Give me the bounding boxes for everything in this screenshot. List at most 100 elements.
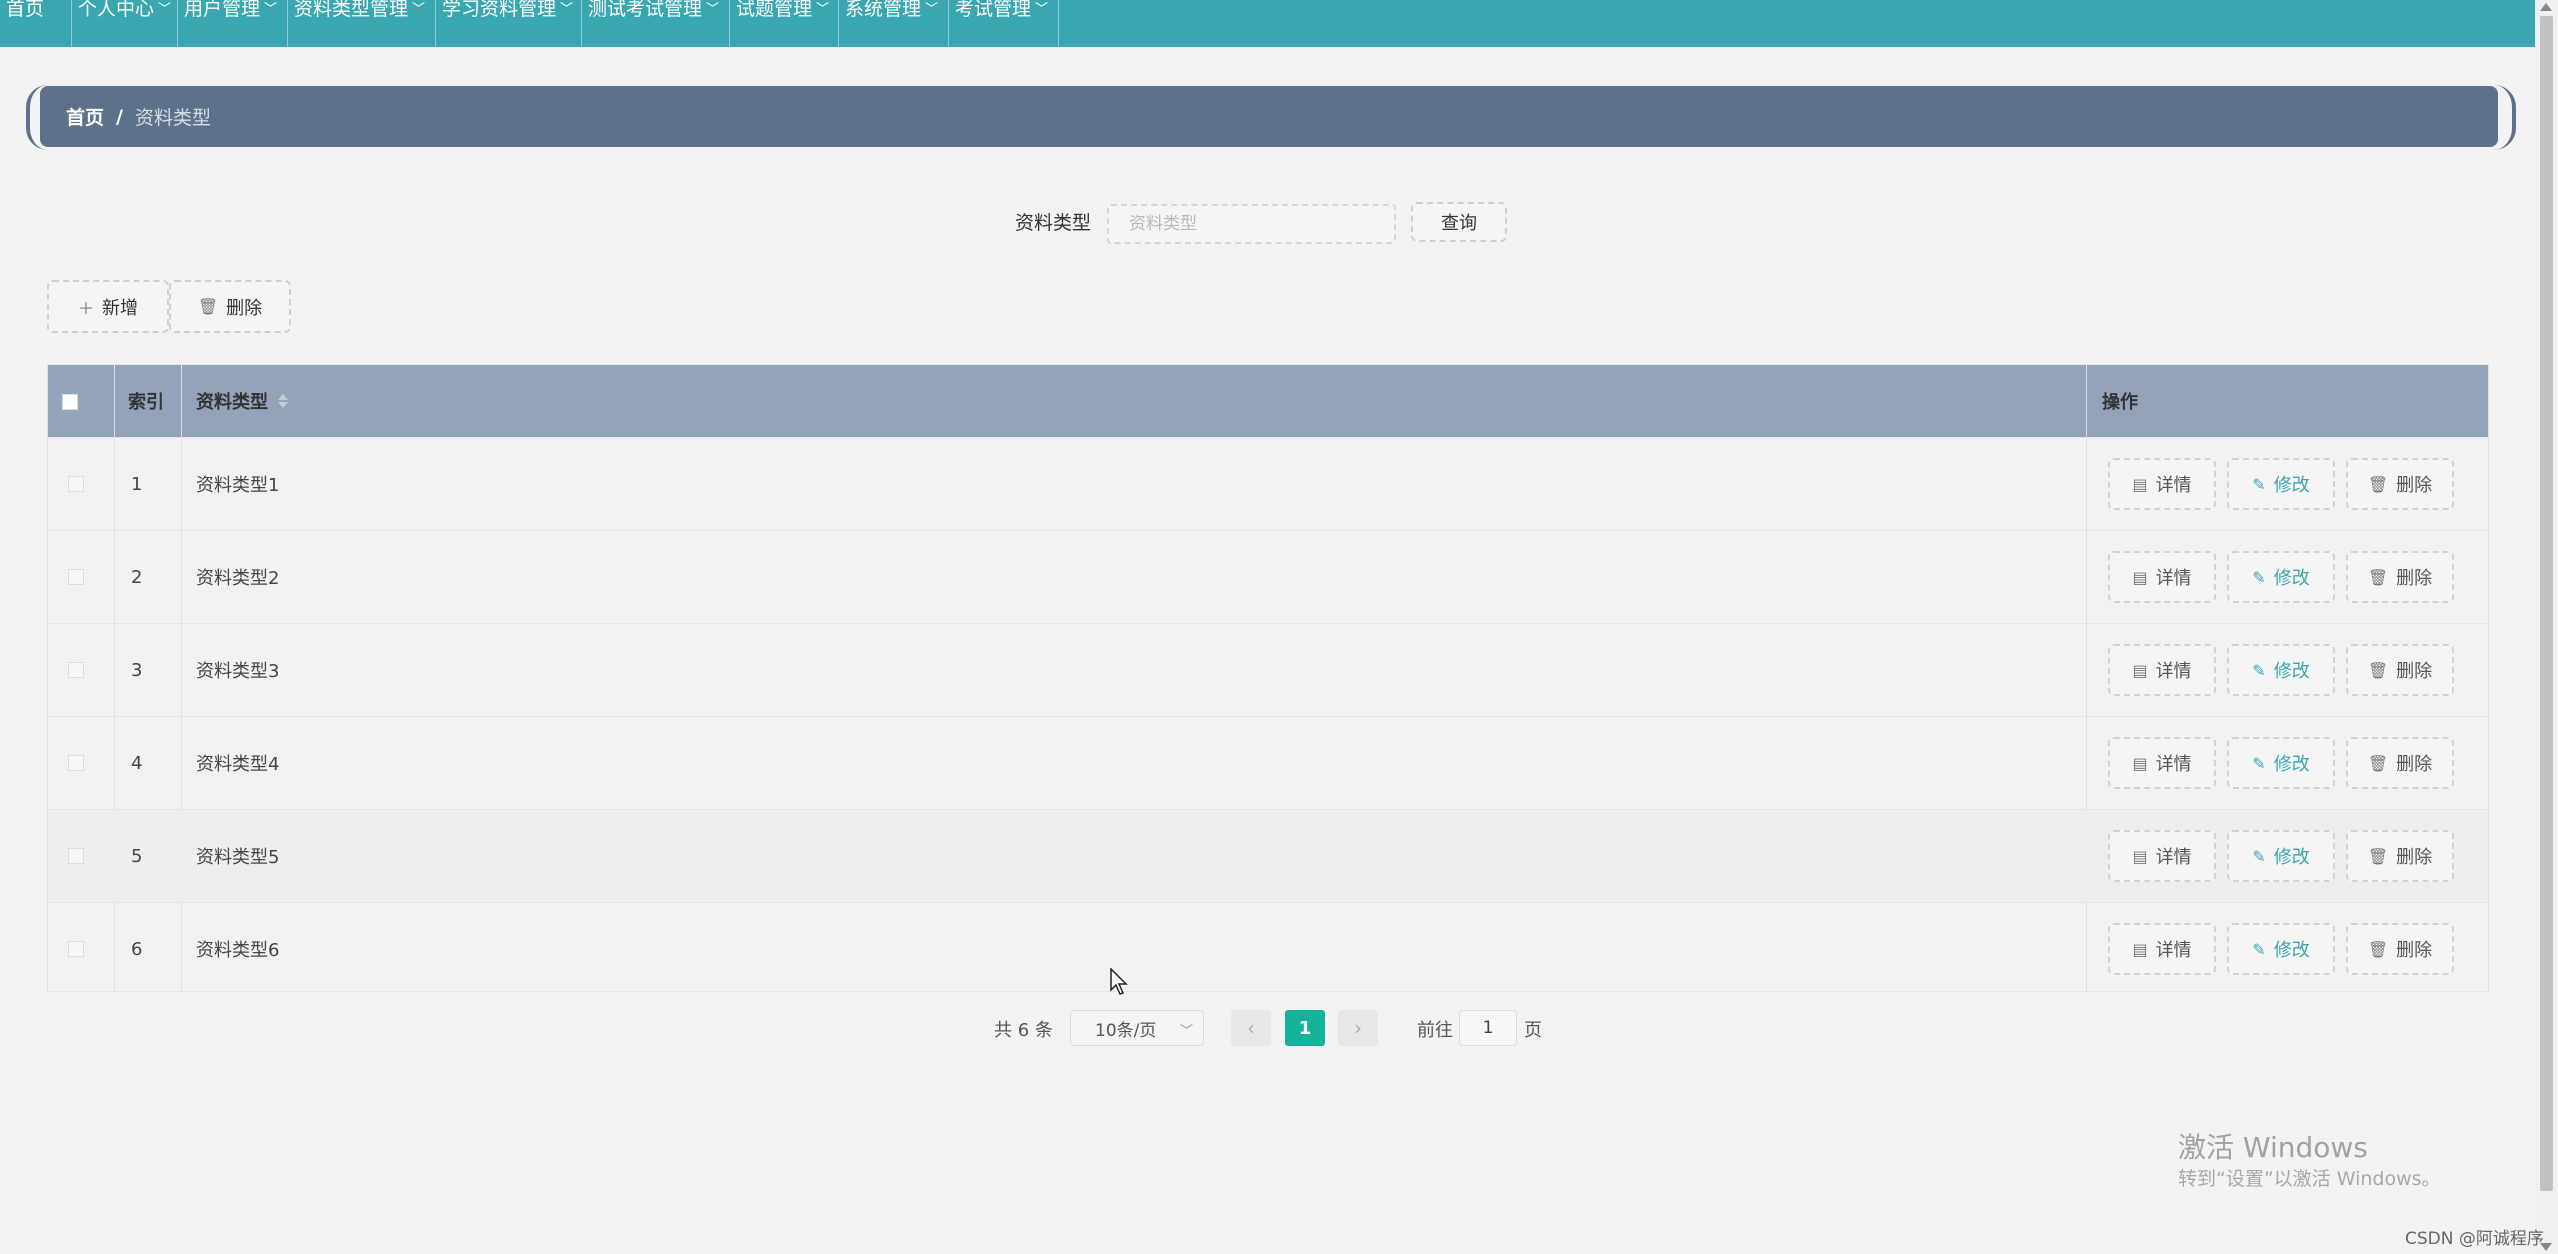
delete-button[interactable]: 🗑 删除	[2346, 830, 2454, 882]
row-index: 3	[131, 659, 143, 681]
table-row: 1 资料类型1 ▤ 详情 ✎ 修改 🗑 删除	[48, 437, 2488, 530]
row-type: 资料类型6	[196, 940, 280, 961]
row-index: 5	[131, 845, 143, 867]
mouse-cursor-icon	[1110, 968, 1128, 995]
edit-button[interactable]: ✎ 修改	[2227, 923, 2335, 975]
search-input[interactable]	[1107, 204, 1396, 244]
pagination-total: 共 6 条	[994, 1020, 1053, 1041]
page-number-label: 1	[1298, 1017, 1312, 1039]
chevron-down-icon: ﹀	[1035, 2, 1049, 17]
delete-button[interactable]: 🗑 删除	[2346, 644, 2454, 696]
data-table: 索引 资料类型 操作 1 资料类型1 ▤ 详情 ✎ 修改 🗑 删除 2 资料类型2 ▤…	[47, 364, 2489, 992]
row-checkbox[interactable]	[68, 569, 84, 585]
delete-button[interactable]: 🗑 删除	[2346, 923, 2454, 975]
row-checkbox[interactable]	[68, 755, 84, 771]
trash-icon: 🗑	[2367, 567, 2389, 587]
nav-item-test-exam-management[interactable]: 测试考试管理 ﹀	[582, 0, 730, 47]
pencil-icon: ✎	[2252, 660, 2266, 680]
document-icon: ▤	[2132, 846, 2148, 866]
edit-button[interactable]: ✎ 修改	[2227, 644, 2335, 696]
row-checkbox[interactable]	[68, 662, 84, 678]
detail-label: 详情	[2155, 568, 2192, 589]
delete-label: 删除	[2396, 568, 2433, 589]
scroll-thumb[interactable]	[2540, 16, 2553, 1191]
chevron-down-icon: ﹀	[158, 2, 172, 17]
plus-icon: ＋	[77, 298, 94, 318]
prev-page-button[interactable]: ‹	[1231, 1010, 1271, 1046]
sort-icon[interactable]	[278, 394, 288, 408]
windows-activation-subtitle: 转到“设置”以激活 Windows。	[2178, 1168, 2441, 1190]
row-type: 资料类型1	[196, 475, 280, 496]
add-button[interactable]: ＋ 新增	[47, 280, 169, 333]
edit-label: 修改	[2273, 940, 2310, 961]
row-type: 资料类型2	[196, 568, 280, 589]
edit-button[interactable]: ✎ 修改	[2227, 830, 2335, 882]
nav-item-home[interactable]: 首页	[0, 0, 72, 47]
nav-item-label: 用户管理	[184, 0, 261, 20]
chevron-down-icon: ﹀	[816, 2, 830, 17]
edit-label: 修改	[2273, 568, 2310, 589]
trash-icon: 🗑	[2367, 660, 2389, 680]
detail-button[interactable]: ▤ 详情	[2108, 644, 2216, 696]
row-checkbox[interactable]	[68, 848, 84, 864]
detail-button[interactable]: ▤ 详情	[2108, 737, 2216, 789]
delete-label: 删除	[2396, 475, 2433, 496]
detail-label: 详情	[2155, 661, 2192, 682]
breadcrumb-current: 资料类型	[134, 107, 211, 129]
footer-credit: CSDN @阿诚程序	[2405, 1229, 2544, 1249]
document-icon: ▤	[2132, 753, 2148, 773]
detail-button[interactable]: ▤ 详情	[2108, 923, 2216, 975]
pencil-icon: ✎	[2252, 474, 2266, 494]
header-type[interactable]: 资料类型	[196, 365, 288, 437]
vertical-scrollbar[interactable]	[2535, 0, 2558, 1254]
detail-label: 详情	[2155, 847, 2192, 868]
chevron-left-icon: ‹	[1247, 1016, 1255, 1040]
trash-icon: 🗑	[2367, 753, 2389, 773]
windows-activation-title: 激活 Windows	[2178, 1131, 2368, 1164]
scroll-up-arrow-icon[interactable]	[2540, 3, 2552, 11]
detail-button[interactable]: ▤ 详情	[2108, 551, 2216, 603]
page-size-select[interactable]: 10条/页 ﹀	[1070, 1010, 1204, 1046]
select-all-checkbox[interactable]	[62, 394, 78, 410]
delete-label: 删除	[2396, 754, 2433, 775]
trash-icon: 🗑	[197, 297, 219, 316]
nav-item-exam-management[interactable]: 考试管理 ﹀	[949, 0, 1059, 47]
goto-page-input[interactable]	[1459, 1010, 1517, 1046]
next-page-button[interactable]: ›	[1338, 1010, 1378, 1046]
edit-label: 修改	[2273, 847, 2310, 868]
edit-label: 修改	[2273, 475, 2310, 496]
delete-label: 删除	[2396, 661, 2433, 682]
edit-button[interactable]: ✎ 修改	[2227, 737, 2335, 789]
nav-item-system-management[interactable]: 系统管理 ﹀	[839, 0, 949, 47]
row-checkbox[interactable]	[68, 941, 84, 957]
chevron-down-icon: ﹀	[560, 2, 574, 17]
breadcrumb-home[interactable]: 首页	[66, 103, 104, 130]
nav-item-study-material-management[interactable]: 学习资料管理 ﹀	[436, 0, 582, 47]
nav-item-user-management[interactable]: 用户管理 ﹀	[178, 0, 288, 47]
edit-button[interactable]: ✎ 修改	[2227, 551, 2335, 603]
header-type-label: 资料类型	[196, 392, 268, 413]
top-nav: 首页 个人中心 ﹀ 用户管理 ﹀ 资料类型管理 ﹀ 学习资料管理 ﹀ 测试考试管理 ﹀ 试…	[0, 0, 2535, 47]
detail-button[interactable]: ▤ 详情	[2108, 830, 2216, 882]
delete-label: 删除	[2396, 940, 2433, 961]
document-icon: ▤	[2132, 660, 2148, 680]
row-index: 6	[131, 938, 143, 960]
nav-item-personal-center[interactable]: 个人中心 ﹀	[72, 0, 178, 47]
delete-button[interactable]: 🗑 删除	[2346, 737, 2454, 789]
edit-label: 修改	[2273, 661, 2310, 682]
nav-item-label: 个人中心	[78, 0, 155, 20]
detail-button[interactable]: ▤ 详情	[2108, 458, 2216, 510]
breadcrumb-separator: /	[116, 105, 123, 128]
nav-item-question-management[interactable]: 试题管理 ﹀	[730, 0, 839, 47]
pencil-icon: ✎	[2252, 939, 2266, 959]
delete-button[interactable]: 🗑 删除	[2346, 551, 2454, 603]
edit-button[interactable]: ✎ 修改	[2227, 458, 2335, 510]
page-number-current[interactable]: 1	[1285, 1010, 1325, 1046]
table-row: 3 资料类型3 ▤ 详情 ✎ 修改 🗑 删除	[48, 623, 2488, 716]
row-checkbox[interactable]	[68, 476, 84, 492]
delete-button[interactable]: 🗑 删除	[2346, 458, 2454, 510]
query-button[interactable]: 查询	[1411, 202, 1507, 242]
batch-delete-button[interactable]: 🗑 删除	[169, 280, 291, 333]
table-row: 2 资料类型2 ▤ 详情 ✎ 修改 🗑 删除	[48, 530, 2488, 623]
nav-item-material-type-management[interactable]: 资料类型管理 ﹀	[288, 0, 436, 47]
